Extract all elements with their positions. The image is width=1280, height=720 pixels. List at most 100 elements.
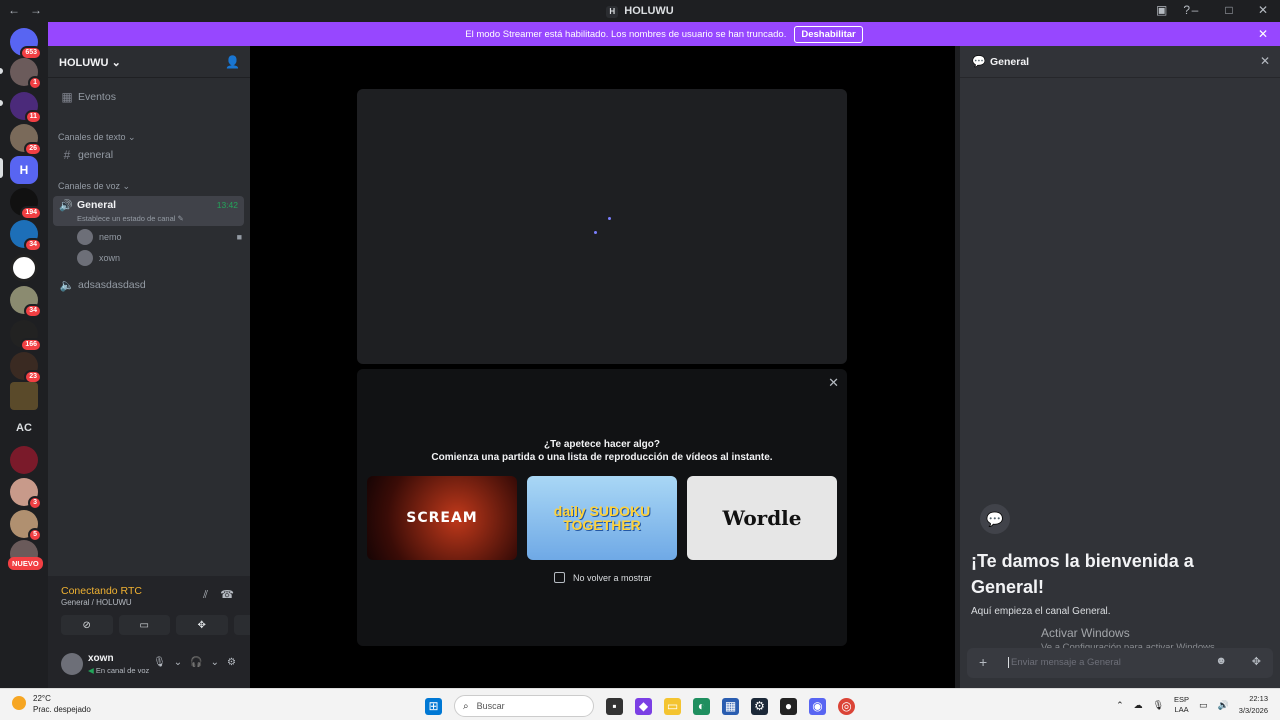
- edge-icon[interactable]: ◐: [693, 697, 710, 715]
- game-card-scream[interactable]: SCREAM: [367, 476, 517, 560]
- network-icon[interactable]: ☁: [1134, 700, 1143, 711]
- language-indicator[interactable]: ESP LAA: [1174, 695, 1189, 715]
- server-icon[interactable]: 34: [10, 286, 42, 318]
- server-icon[interactable]: [10, 254, 38, 282]
- server-icon[interactable]: 26: [10, 124, 42, 156]
- message-input[interactable]: Enviar mensaje a General: [1008, 657, 1121, 668]
- server-icon: H: [606, 6, 619, 18]
- close-banner-icon[interactable]: ✕: [1258, 27, 1268, 41]
- badge: 166: [20, 338, 42, 352]
- voice-channel-general[interactable]: 🔊 General 13:42 Establece un estado de c…: [53, 196, 244, 226]
- text-category[interactable]: Canales de texto ⌄: [58, 132, 136, 143]
- disable-streamer-button[interactable]: Deshabilitar: [794, 25, 863, 43]
- voice-channel-name: General: [77, 199, 117, 211]
- chat-bubble-icon: 💬: [980, 504, 1010, 534]
- server-icon[interactable]: [10, 446, 38, 474]
- voice-channel-2[interactable]: 🔈 adsasdasdasd: [53, 274, 244, 296]
- invite-icon[interactable]: 👤: [225, 55, 240, 69]
- app-icon[interactable]: ●: [780, 697, 797, 715]
- server-icon-holuwu[interactable]: H: [10, 156, 38, 184]
- screen-share-button[interactable]: ▭: [118, 615, 170, 635]
- search-icon: ⌕: [463, 700, 469, 712]
- server-icon[interactable]: 166: [10, 320, 42, 352]
- voice-category[interactable]: Canales de voz ⌄: [58, 181, 130, 192]
- video-tile[interactable]: [357, 89, 847, 364]
- chat-panel: 💬 General ✕ 💬 ¡Te damos la bienvenida a …: [955, 46, 1280, 688]
- welcome-heading: ¡Te damos la bienvenida a General!: [971, 551, 1194, 597]
- unread-pill: [0, 68, 3, 74]
- search-box[interactable]: ⌕ Buscar: [454, 695, 594, 717]
- discord-icon[interactable]: ◉: [809, 697, 826, 715]
- user-avatar[interactable]: [61, 653, 83, 675]
- game-card-wordle[interactable]: Wordle: [687, 476, 837, 560]
- task-view-icon[interactable]: ▪: [606, 697, 623, 715]
- maximize-icon[interactable]: □: [1222, 3, 1236, 17]
- activities-icon: ✥: [197, 619, 206, 631]
- disconnect-icon[interactable]: ☎: [220, 588, 234, 601]
- game-card-sudoku[interactable]: daily SUDOKU TOGETHER: [527, 476, 677, 560]
- voice-user[interactable]: nemo ■: [77, 228, 244, 246]
- server-header[interactable]: HOLUWU ⌄ 👤: [48, 46, 250, 78]
- gear-icon[interactable]: ⚙: [227, 657, 236, 668]
- rtc-location[interactable]: General / HOLUWU: [61, 598, 132, 607]
- chevron-down-icon[interactable]: ⌄: [211, 657, 219, 668]
- badge: 34: [24, 238, 42, 252]
- chat-channel-name: General: [990, 56, 1030, 68]
- close-icon[interactable]: ✕: [828, 375, 839, 391]
- steam-icon[interactable]: ⚙: [751, 697, 768, 715]
- voice-timer: 13:42: [216, 200, 238, 210]
- plus-icon[interactable]: +: [979, 654, 987, 670]
- voice-user[interactable]: xown: [77, 249, 244, 267]
- inbox-icon[interactable]: ▣: [1156, 3, 1167, 17]
- server-icon[interactable]: 34: [10, 220, 42, 252]
- checkbox[interactable]: [554, 572, 565, 583]
- volume-icon[interactable]: 🔊: [1218, 700, 1229, 711]
- rtc-status[interactable]: Conectando RTC: [61, 585, 142, 597]
- minimize-icon[interactable]: –: [1188, 3, 1202, 17]
- apps-icon[interactable]: ✥: [1252, 655, 1261, 668]
- channel-status[interactable]: Establece un estado de canal ✎: [77, 214, 184, 223]
- microphone-icon[interactable]: 🎙: [1153, 700, 1164, 711]
- file-explorer-icon[interactable]: ▭: [664, 697, 681, 715]
- voice-connection-panel: Conectando RTC General / HOLUWU ⫽ ☎ ⊘ ▭ …: [48, 576, 285, 688]
- emoji-icon[interactable]: ☻: [1215, 655, 1227, 667]
- avatar: [77, 250, 93, 266]
- server-icon[interactable]: 3: [10, 478, 42, 510]
- copilot-icon[interactable]: ◆: [635, 697, 652, 715]
- start-icon[interactable]: ⊞: [425, 697, 442, 715]
- close-icon[interactable]: ✕: [1260, 54, 1270, 68]
- window-title-text: HOLUWU: [624, 5, 674, 17]
- server-icon-ac[interactable]: AC: [10, 414, 38, 442]
- microphone-icon[interactable]: 🎙: [153, 657, 166, 668]
- chevron-down-icon[interactable]: ⌄: [174, 657, 182, 668]
- user-name[interactable]: xown: [88, 653, 114, 664]
- server-icon[interactable]: 194: [10, 188, 42, 220]
- server-icon[interactable]: [10, 382, 38, 410]
- channel-general-text[interactable]: # general: [53, 144, 244, 166]
- server-icon[interactable]: 11: [10, 92, 42, 124]
- wifi-icon[interactable]: ▭: [1199, 700, 1208, 711]
- dont-show-again[interactable]: No volver a mostrar: [554, 572, 652, 583]
- close-window-icon[interactable]: ✕: [1256, 3, 1270, 17]
- server-name[interactable]: HOLUWU ⌄: [59, 56, 121, 69]
- screen-share-icon: ▭: [139, 619, 149, 631]
- message-composer[interactable]: + Enviar mensaje a General ☻ ✥: [967, 648, 1273, 678]
- server-icon[interactable]: 1: [10, 58, 42, 90]
- server-icon[interactable]: 23: [10, 352, 42, 384]
- chevron-up-icon[interactable]: ⌃: [1116, 700, 1124, 711]
- store-icon[interactable]: ▦: [722, 697, 739, 715]
- badge: 34: [24, 304, 42, 318]
- activity-subtitle: Comienza una partida o una lista de repr…: [431, 452, 773, 463]
- clock-time: 22:13: [1249, 694, 1268, 703]
- windows-taskbar: 22°C Prac. despejado ⊞ ⌕ Buscar ▪ ◆ ▭ ◐ ▦…: [0, 688, 1280, 720]
- headphones-icon[interactable]: 🎧: [190, 657, 202, 668]
- chrome-icon[interactable]: ◎: [838, 697, 855, 715]
- server-icon[interactable]: 5: [10, 510, 42, 542]
- clock[interactable]: 22:13 3/3/2026: [1239, 693, 1268, 717]
- discord-home-icon[interactable]: 653: [10, 28, 42, 60]
- camera-button[interactable]: ⊘: [61, 615, 113, 635]
- noise-suppression-icon[interactable]: ⫽: [203, 589, 208, 602]
- activities-button[interactable]: ✥: [176, 615, 228, 635]
- dont-show-label: No volver a mostrar: [573, 572, 652, 583]
- events-item[interactable]: ▦ Eventos: [53, 86, 244, 108]
